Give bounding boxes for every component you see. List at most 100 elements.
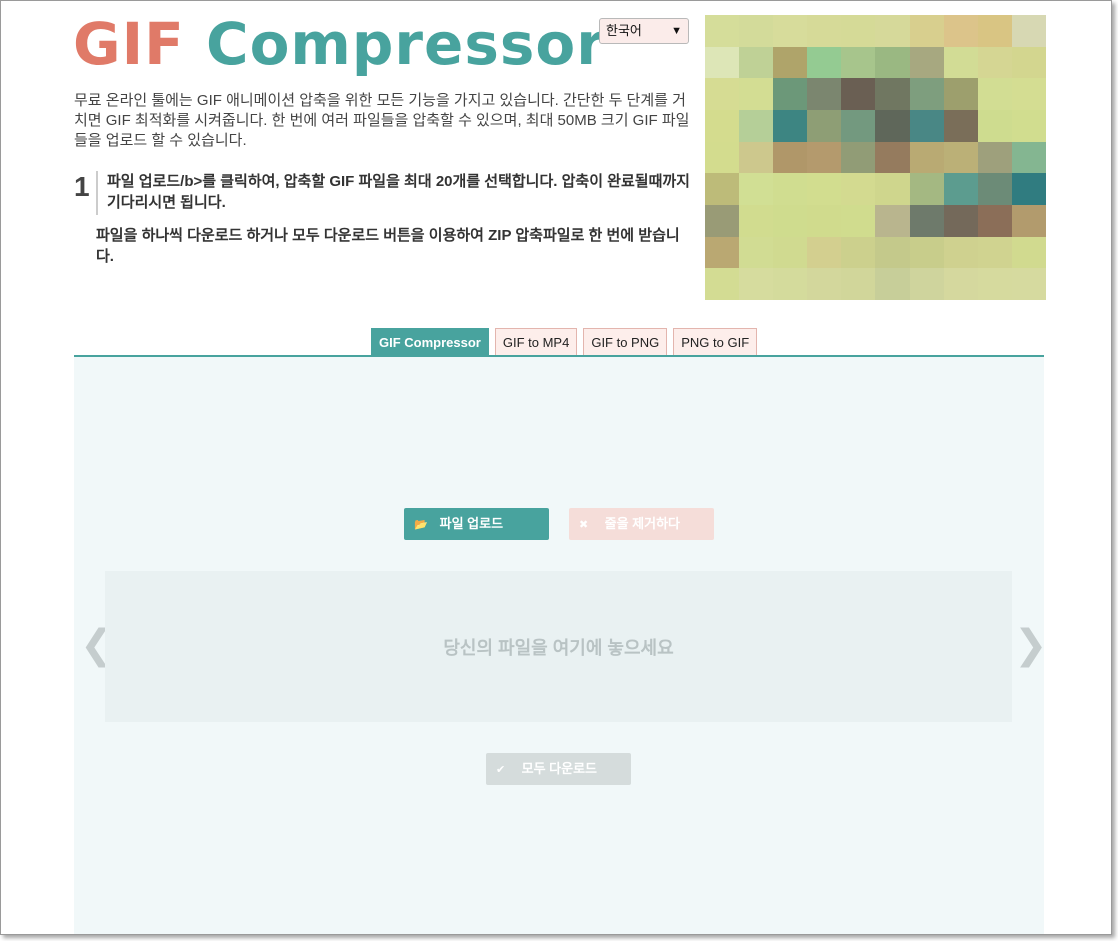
mosaic-cell bbox=[807, 268, 842, 300]
mosaic-cell bbox=[841, 78, 876, 110]
mosaic-cell bbox=[739, 236, 774, 269]
mosaic-cell bbox=[705, 141, 740, 174]
mosaic-cell bbox=[1011, 15, 1046, 47]
mosaic-cell bbox=[909, 204, 944, 237]
mosaic-cell bbox=[773, 268, 808, 300]
mosaic-cell bbox=[943, 109, 978, 142]
language-selected-value: 한국어 bbox=[606, 23, 642, 38]
mosaic-cell bbox=[1011, 236, 1046, 269]
mosaic-cell bbox=[807, 236, 842, 269]
mosaic-cell bbox=[1011, 109, 1046, 142]
mosaic-cell bbox=[705, 78, 740, 110]
mosaic-cell bbox=[875, 15, 910, 47]
logo-compressor-text: Compressor bbox=[206, 10, 606, 78]
mosaic-cell bbox=[739, 268, 774, 300]
upload-button[interactable]: 📂 파일 업로드 bbox=[404, 508, 549, 540]
mosaic-cell bbox=[807, 15, 842, 47]
tool-tabs: GIF Compressor GIF to MP4 GIF to PNG PNG… bbox=[371, 328, 758, 356]
mosaic-cell bbox=[1011, 268, 1046, 300]
mosaic-cell bbox=[909, 236, 944, 269]
mosaic-cell bbox=[739, 109, 774, 142]
mosaic-cell bbox=[705, 173, 740, 205]
mosaic-cell bbox=[841, 46, 876, 79]
mosaic-cell bbox=[943, 141, 978, 174]
mosaic-cell bbox=[773, 109, 808, 142]
mosaic-cell bbox=[773, 204, 808, 237]
mosaic-cell bbox=[943, 78, 978, 110]
mosaic-cell bbox=[773, 236, 808, 269]
mosaic-cell bbox=[807, 141, 842, 174]
mosaic-cell bbox=[1011, 204, 1046, 237]
mosaic-cell bbox=[807, 173, 842, 205]
mosaic-cell bbox=[943, 15, 978, 47]
mosaic-cell bbox=[841, 173, 876, 205]
step-text-1: 파일 업로드/b>를 클릭하여, 압축할 GIF 파일을 최대 20개를 선택합… bbox=[107, 173, 690, 211]
mosaic-cell bbox=[841, 109, 876, 142]
mosaic-cell bbox=[1011, 78, 1046, 110]
mosaic-cell bbox=[909, 268, 944, 300]
mosaic-cell bbox=[705, 236, 740, 269]
mosaic-cell bbox=[841, 268, 876, 300]
mosaic-cell bbox=[875, 141, 910, 174]
check-icon: ✔ bbox=[496, 764, 506, 776]
mosaic-cell bbox=[943, 204, 978, 237]
upload-button-label: 파일 업로드 bbox=[439, 516, 504, 531]
mosaic-cell bbox=[841, 141, 876, 174]
mosaic-cell bbox=[875, 109, 910, 142]
mosaic-cell bbox=[943, 236, 978, 269]
chevron-down-icon: ▼ bbox=[671, 25, 682, 37]
mosaic-cell bbox=[1011, 46, 1046, 79]
mosaic-cell bbox=[739, 46, 774, 79]
drop-zone[interactable]: 당신의 파일을 여기에 놓으세요 bbox=[105, 571, 1012, 722]
mosaic-cell bbox=[705, 268, 740, 300]
mosaic-cell bbox=[875, 173, 910, 205]
chevron-right-icon[interactable]: ❯ bbox=[1014, 625, 1048, 665]
step-number: 1 bbox=[74, 171, 90, 202]
mosaic-cell bbox=[977, 268, 1012, 300]
app-logo[interactable]: GIF Compressor bbox=[73, 9, 606, 79]
preview-image bbox=[705, 15, 1046, 300]
mosaic-cell bbox=[841, 15, 876, 47]
mosaic-cell bbox=[909, 109, 944, 142]
mosaic-cell bbox=[909, 141, 944, 174]
mosaic-cell bbox=[807, 46, 842, 79]
mosaic-cell bbox=[739, 15, 774, 47]
mosaic-cell bbox=[875, 236, 910, 269]
mosaic-cell bbox=[909, 78, 944, 110]
tab-gif-to-mp4[interactable]: GIF to MP4 bbox=[494, 328, 578, 356]
mosaic-cell bbox=[909, 46, 944, 79]
mosaic-cell bbox=[705, 15, 740, 47]
mosaic-cell bbox=[909, 173, 944, 205]
tab-png-to-gif[interactable]: PNG to GIF bbox=[673, 328, 758, 356]
mosaic-cell bbox=[977, 204, 1012, 237]
tool-panel: 📂 파일 업로드 ✖ 줄을 제거하다 ❮ 당신의 파일을 여기에 놓으세요 ❯ … bbox=[74, 357, 1048, 934]
language-select[interactable]: 한국어 ▼ bbox=[599, 18, 689, 44]
download-all-label: 모두 다운로드 bbox=[521, 761, 597, 776]
remove-button-label: 줄을 제거하다 bbox=[604, 516, 680, 531]
mosaic-cell bbox=[739, 78, 774, 110]
drop-zone-text: 당신의 파일을 여기에 놓으세요 bbox=[443, 637, 674, 658]
mosaic-cell bbox=[977, 46, 1012, 79]
mosaic-cell bbox=[773, 173, 808, 205]
download-all-button[interactable]: ✔ 모두 다운로드 bbox=[486, 753, 631, 785]
mosaic-cell bbox=[705, 109, 740, 142]
close-icon: ✖ bbox=[579, 519, 589, 531]
mosaic-cell bbox=[807, 78, 842, 110]
tab-gif-compressor[interactable]: GIF Compressor bbox=[371, 328, 489, 356]
folder-open-icon: 📂 bbox=[414, 519, 428, 531]
browser-frame: GIF Compressor 한국어 ▼ 무료 온라인 툴에는 GIF 애니메이… bbox=[0, 0, 1112, 935]
logo-gif-text: GIF bbox=[73, 10, 185, 78]
remove-button[interactable]: ✖ 줄을 제거하다 bbox=[569, 508, 714, 540]
mosaic-cell bbox=[773, 78, 808, 110]
mosaic-cell bbox=[841, 236, 876, 269]
mosaic-cell bbox=[943, 173, 978, 205]
tab-gif-to-png[interactable]: GIF to PNG bbox=[583, 328, 668, 356]
mosaic-cell bbox=[977, 173, 1012, 205]
mosaic-cell bbox=[739, 173, 774, 205]
mosaic-cell bbox=[977, 236, 1012, 269]
intro-text: 무료 온라인 툴에는 GIF 애니메이션 압축을 위한 모든 기능을 가지고 있… bbox=[74, 92, 690, 149]
mosaic-cell bbox=[977, 15, 1012, 47]
mosaic-cell bbox=[943, 46, 978, 79]
mosaic-cell bbox=[807, 204, 842, 237]
step-text-2: 파일을 하나씩 다운로드 하거나 모두 다운로드 버튼을 이용하여 ZIP 압축… bbox=[96, 227, 680, 265]
